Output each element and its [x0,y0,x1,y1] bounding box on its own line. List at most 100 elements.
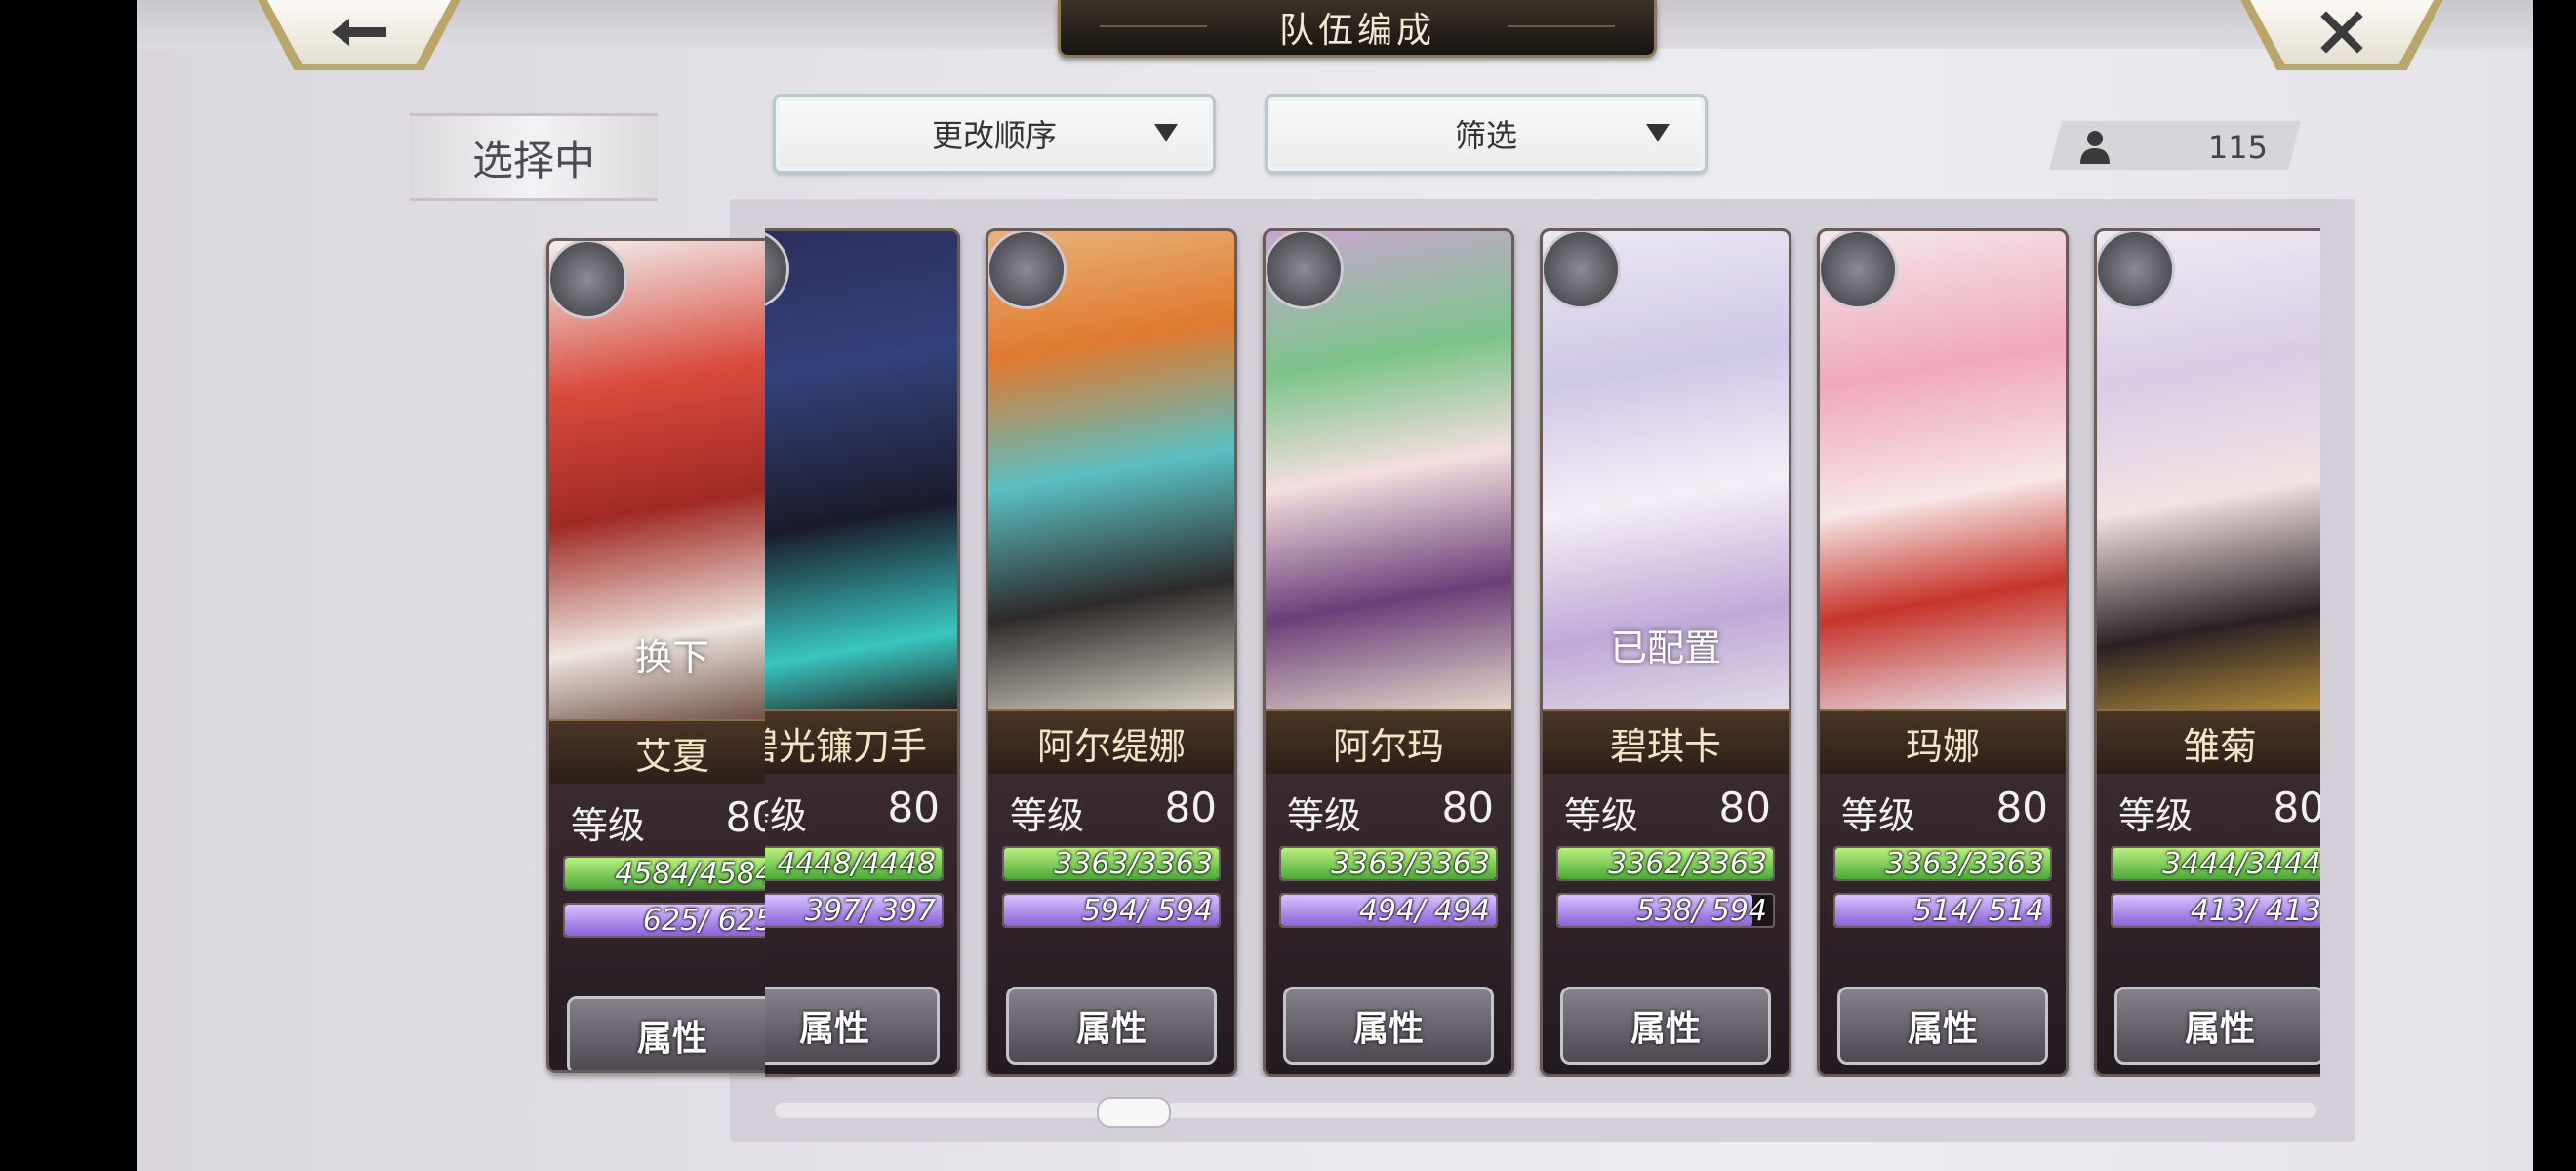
level-label: 等级 [1841,794,1916,837]
character-name: 雏菊 [2097,709,2320,776]
hp-bar: 4584/4584 [563,856,782,891]
mp-bar: 625/ 625 [563,903,782,938]
character-card[interactable]: 阿尔玛 等级 80 3363/3363 494/ 494 属性 [1263,228,1514,1077]
level-value: 80 [1995,784,2048,831]
character-name: 艾夏 [549,719,795,786]
close-button[interactable] [2240,0,2443,70]
hp-bar: 3363/3363 [1833,846,2052,881]
letterbox-right [2533,0,2576,1171]
assigned-label: 已配置 [1609,626,1721,669]
level-label: 等级 [571,804,646,847]
spear-class-icon [549,241,627,319]
character-stats: 等级 80 3362/3363 538/ 594 属性 [1543,774,1789,1074]
character-card[interactable]: 阿尔缇娜 等级 80 3363/3363 594/ 594 属性 [986,228,1237,1077]
attributes-button[interactable]: 属性 [1283,987,1494,1065]
hp-text: 3363/3363 [1885,847,2044,881]
screen-title-plate: 队伍编成 [1058,0,1657,58]
character-card[interactable]: 碧光镰刀手 等级 80 4448/4448 397/ 397 属性 [765,228,960,1077]
swap-out-label: 换下 [634,636,709,679]
hp-text: 4448/4448 [777,847,936,881]
selected-character-card[interactable]: 换下 艾夏 等级 80 4584/4584 625/ 625 属性 [546,238,798,1073]
hp-text: 3444/3444 [2162,847,2320,881]
level-label: 等级 [765,794,808,837]
character-stats: 等级 80 3444/3444 413/ 413 属性 [2097,774,2320,1074]
character-stats: 等级 80 4448/4448 397/ 397 属性 [765,774,957,1074]
mp-text: 538/ 594 [1635,894,1767,928]
scroll-thumb[interactable] [1097,1097,1171,1128]
page-title: 队伍编成 [1278,11,1435,51]
character-name: 玛娜 [1820,709,2066,776]
hp-text: 4584/4584 [615,857,774,891]
bow-class-icon [1543,231,1621,309]
character-stats: 等级 80 3363/3363 494/ 494 属性 [1266,774,1511,1074]
character-portrait [765,231,957,709]
character-list[interactable]: 碧光镰刀手 等级 80 4448/4448 397/ 397 属性 阿尔缇娜 等… [765,228,2320,1077]
mp-text: 397/ 397 [804,894,936,928]
mp-bar: 594/ 594 [1002,893,1221,928]
scroll-track[interactable] [775,1103,2316,1118]
character-name: 阿尔缇娜 [988,709,1234,776]
selecting-label: 选择中 [410,113,658,201]
mp-bar: 514/ 514 [1833,893,2052,928]
chevron-down-icon [1646,124,1670,141]
unit-count-box: 115 [2049,121,2301,170]
attributes-button[interactable]: 属性 [1006,987,1217,1065]
hp-text: 3363/3363 [1331,847,1490,881]
mp-bar: 397/ 397 [765,893,944,928]
level-value: 80 [887,784,940,831]
chevron-down-icon [1154,124,1178,141]
bow-class-icon [1820,231,1898,309]
mp-text: 625/ 625 [642,904,774,938]
bow-class-icon [1266,231,1344,309]
mp-bar: 494/ 494 [1279,893,1498,928]
back-button[interactable] [258,0,461,70]
attributes-button[interactable]: 属性 [567,996,778,1070]
mp-text: 594/ 594 [1081,894,1213,928]
attributes-button[interactable]: 属性 [1560,987,1771,1065]
character-card[interactable]: 已配置 碧琪卡 等级 80 3362/3363 538/ 594 属性 [1540,228,1791,1077]
character-card[interactable]: 玛娜 等级 80 3363/3363 514/ 514 属性 [1817,228,2069,1077]
hp-text: 3363/3363 [1054,847,1213,881]
level-label: 等级 [1287,794,1362,837]
attributes-button[interactable]: 属性 [1837,987,2048,1065]
level-label: 等级 [2118,794,2194,837]
hp-bar: 3362/3363 [1556,846,1775,881]
hp-bar: 4448/4448 [765,846,944,881]
mp-bar: 538/ 594 [1556,893,1775,928]
level-value: 80 [1441,784,1494,831]
level-value: 80 [1164,784,1217,831]
party-formation-screen: 队伍编成 选择中 更改顺序 筛选 115 换下 艾夏 等级 80 4584/45… [137,0,2533,1171]
level-label: 等级 [1010,794,1085,837]
character-name: 阿尔玛 [1266,709,1511,776]
character-name: 碧光镰刀手 [765,709,957,776]
hammer-class-icon [2097,231,2175,309]
hp-bar: 3444/3444 [2111,846,2320,881]
mp-bar: 413/ 413 [2111,893,2320,928]
unit-count: 115 [2207,129,2268,166]
sort-order-dropdown[interactable]: 更改顺序 [773,94,1216,174]
mp-text: 494/ 494 [1358,894,1490,928]
level-value: 80 [2273,784,2320,831]
close-x-icon [2320,11,2363,54]
user-icon [2080,131,2110,164]
character-stats: 等级 80 4584/4584 625/ 625 属性 [549,784,795,1070]
sort-order-label: 更改顺序 [931,117,1057,154]
hp-text: 3362/3363 [1608,847,1767,881]
character-stats: 等级 80 3363/3363 594/ 594 属性 [988,774,1234,1074]
mp-text: 413/ 413 [2190,894,2320,928]
back-arrow-icon [332,19,386,46]
character-name: 碧琪卡 [1543,709,1789,776]
level-label: 等级 [1564,794,1639,837]
attributes-button[interactable]: 属性 [2114,987,2320,1065]
hp-bar: 3363/3363 [1002,846,1221,881]
hp-bar: 3363/3363 [1279,846,1498,881]
level-value: 80 [1718,784,1771,831]
character-card[interactable]: 雏菊 等级 80 3444/3444 413/ 413 属性 [2094,228,2320,1077]
bow-class-icon [988,231,1067,309]
filter-label: 筛选 [1454,117,1517,154]
character-stats: 等级 80 3363/3363 514/ 514 属性 [1820,774,2066,1074]
attributes-button[interactable]: 属性 [765,987,940,1065]
mp-text: 514/ 514 [1912,894,2044,928]
filter-dropdown[interactable]: 筛选 [1265,94,1708,174]
letterbox-left [0,0,137,1171]
